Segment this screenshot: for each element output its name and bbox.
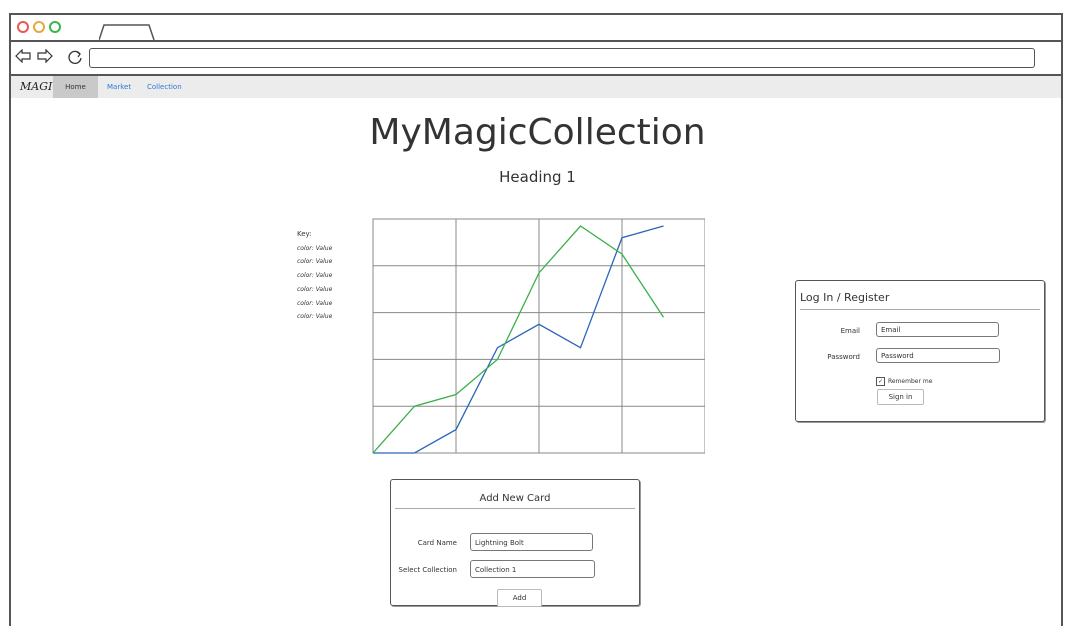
title-bar <box>11 15 1061 42</box>
key-item: color: Value <box>297 244 333 252</box>
card-name-input[interactable]: Lightning Bolt <box>470 533 593 551</box>
login-title: Log In / Register <box>800 291 890 304</box>
add-card-title: Add New Card <box>479 493 551 504</box>
add-card-panel: Add New Card Card Name Lightning Bolt Se… <box>390 479 640 607</box>
login-panel: Log In / Register Email Email Password P… <box>795 280 1045 422</box>
page-title: MyMagicCollection <box>369 112 706 153</box>
line-chart <box>372 218 705 454</box>
page-heading: Heading 1 <box>499 168 576 186</box>
url-input[interactable] <box>89 48 1035 68</box>
key-item: color: Value <box>297 285 333 293</box>
back-arrow-icon[interactable] <box>15 49 31 63</box>
card-name-label: Card Name <box>417 539 457 547</box>
chart-series-line-2 <box>372 225 665 454</box>
nav-item-home[interactable]: Home <box>53 76 98 98</box>
reload-icon[interactable] <box>67 49 83 65</box>
remember-me-checkbox[interactable]: ✓ <box>876 377 885 386</box>
chart-series-line-1 <box>373 225 664 454</box>
chart-key: Key: color: Value color: Value color: Va… <box>297 228 332 324</box>
select-collection-label: Select Collection <box>398 566 457 574</box>
key-item: color: Value <box>297 258 333 266</box>
remember-me-label: Remember me <box>888 378 933 385</box>
add-card-divider <box>395 508 635 509</box>
password-field[interactable]: Password <box>876 348 1000 363</box>
address-bar <box>11 40 1061 76</box>
forward-arrow-icon[interactable] <box>37 49 53 63</box>
login-divider <box>800 309 1040 310</box>
navbar: MAGIC Home Market Collection <box>11 76 1061 98</box>
password-label: Password <box>827 353 860 361</box>
browser-tab[interactable] <box>99 24 155 40</box>
close-window-icon[interactable] <box>17 21 29 33</box>
nav-item-market[interactable]: Market <box>107 76 131 98</box>
key-title: Key: <box>297 230 312 238</box>
nav-item-collection[interactable]: Collection <box>147 76 182 98</box>
collection-select[interactable]: Collection 1 <box>470 560 595 578</box>
email-label: Email <box>840 327 860 335</box>
remember-me-row: ✓ Remember me <box>876 377 932 386</box>
key-item: color: Value <box>297 299 333 307</box>
key-item: color: Value <box>297 272 333 280</box>
maximize-window-icon[interactable] <box>49 21 61 33</box>
key-item: color: Value <box>297 313 333 321</box>
sign-in-button[interactable]: Sign in <box>877 389 924 405</box>
minimize-window-icon[interactable] <box>33 21 45 33</box>
add-button[interactable]: Add <box>497 589 542 607</box>
email-field[interactable]: Email <box>876 322 999 337</box>
